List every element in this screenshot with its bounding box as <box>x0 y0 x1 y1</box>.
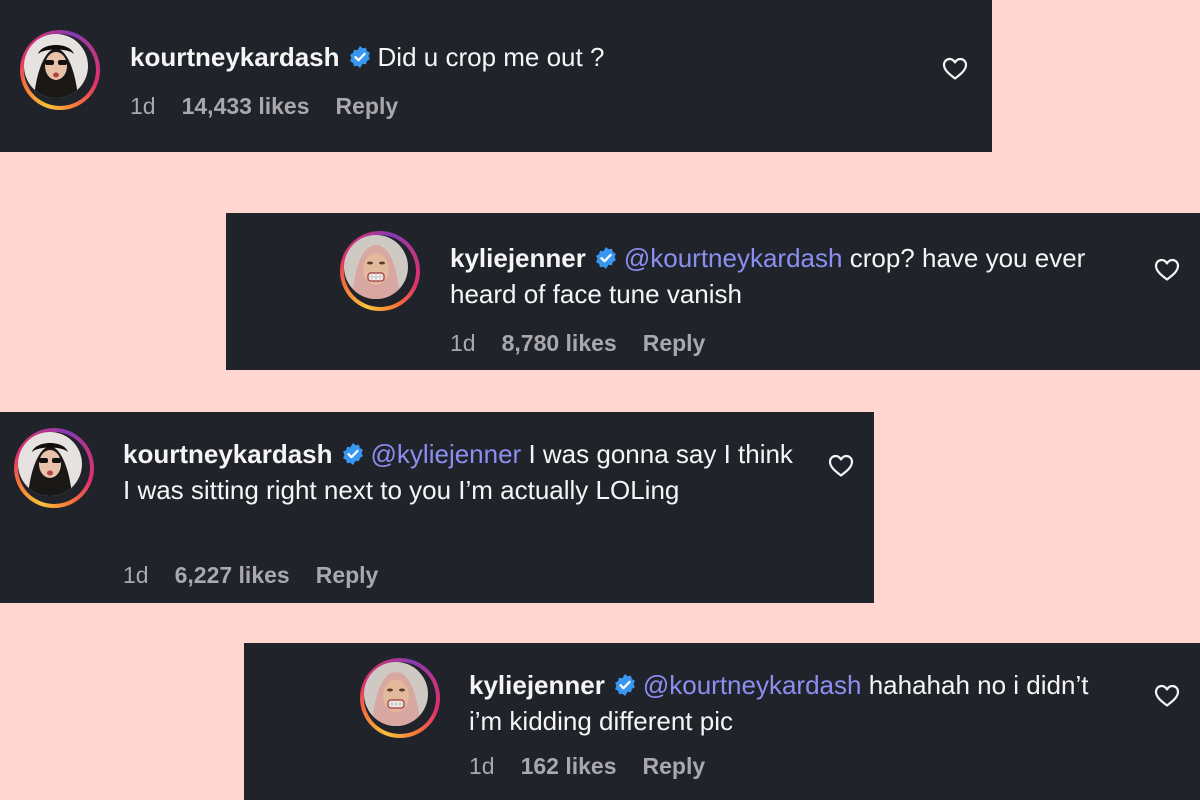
verified-badge-icon <box>342 443 363 465</box>
avatar-image <box>18 432 82 496</box>
avatar[interactable] <box>20 30 100 110</box>
comment-text: kyliejenner @kourtneykardash crop? have y… <box>450 240 1100 312</box>
comment-card: kyliejenner @kourtneykardash hahahah no i… <box>244 643 1200 800</box>
verified-badge-icon <box>595 247 616 269</box>
heart-icon[interactable] <box>1154 258 1180 282</box>
timestamp: 1d <box>130 93 156 119</box>
comment-card: kyliejenner @kourtneykardash crop? have y… <box>226 213 1200 370</box>
comment-card: kourtneykardash Did u crop me out ? 1d 14,… <box>0 0 992 152</box>
likes-count[interactable]: 162 likes <box>521 753 617 779</box>
timestamp: 1d <box>123 562 149 588</box>
timestamp: 1d <box>469 753 495 779</box>
comment-meta: 1d 6,227 likes Reply <box>123 562 404 589</box>
heart-icon[interactable] <box>1154 684 1180 708</box>
username[interactable]: kyliejenner <box>450 243 586 273</box>
avatar[interactable] <box>340 231 420 311</box>
mention-link[interactable]: @kyliejenner <box>371 439 522 469</box>
avatar[interactable] <box>14 428 94 508</box>
verified-badge-icon <box>614 674 635 696</box>
username[interactable]: kourtneykardash <box>130 42 340 72</box>
comment-text: kourtneykardash Did u crop me out ? <box>130 39 910 75</box>
avatar-image <box>344 235 408 299</box>
comment-meta: 1d 162 likes Reply <box>469 753 731 780</box>
reply-button[interactable]: Reply <box>643 330 706 356</box>
username[interactable]: kyliejenner <box>469 670 605 700</box>
likes-count[interactable]: 14,433 likes <box>182 93 310 119</box>
reply-button[interactable]: Reply <box>316 562 379 588</box>
timestamp: 1d <box>450 330 476 356</box>
comment-meta: 1d 8,780 likes Reply <box>450 330 731 357</box>
heart-icon[interactable] <box>942 57 968 81</box>
comment-body: Did u crop me out ? <box>377 42 605 72</box>
avatar[interactable] <box>360 658 440 738</box>
reply-button[interactable]: Reply <box>643 753 706 779</box>
verified-badge-icon <box>349 46 370 68</box>
comment-text: kourtneykardash @kyliejenner I was gonna … <box>123 436 803 508</box>
mention-link[interactable]: @kourtneykardash <box>643 670 862 700</box>
likes-count[interactable]: 8,780 likes <box>502 330 617 356</box>
comment-text: kyliejenner @kourtneykardash hahahah no i… <box>469 667 1109 739</box>
username[interactable]: kourtneykardash <box>123 439 333 469</box>
comment-meta: 1d 14,433 likes Reply <box>130 93 424 120</box>
likes-count[interactable]: 6,227 likes <box>175 562 290 588</box>
comment-card: kourtneykardash @kyliejenner I was gonna … <box>0 412 874 603</box>
reply-button[interactable]: Reply <box>336 93 399 119</box>
mention-link[interactable]: @kourtneykardash <box>624 243 843 273</box>
avatar-image <box>24 34 88 98</box>
heart-icon[interactable] <box>828 454 854 478</box>
avatar-image <box>364 662 428 726</box>
